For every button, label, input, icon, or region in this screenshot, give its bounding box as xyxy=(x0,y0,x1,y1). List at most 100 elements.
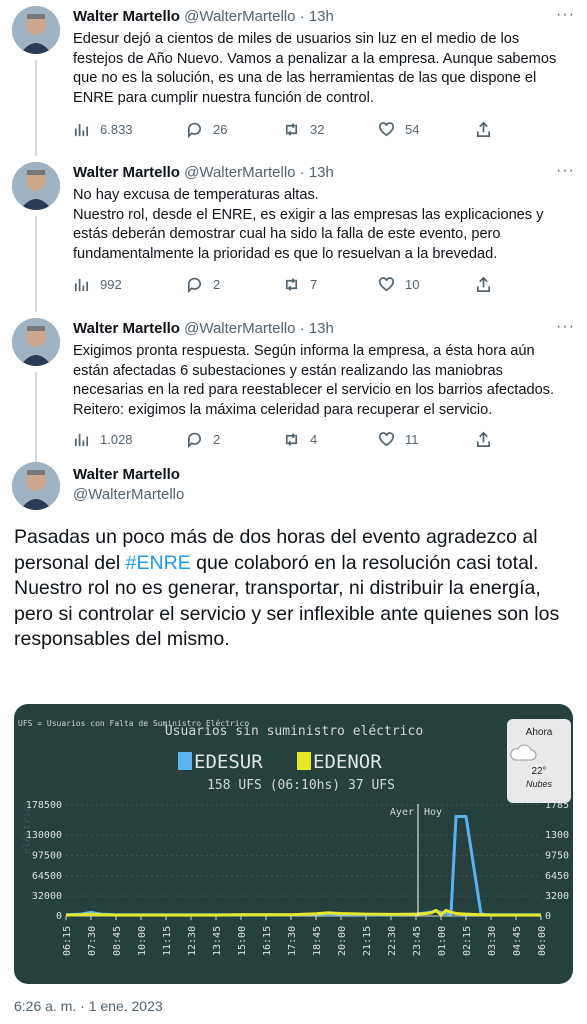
tweet-actions: 1.028 2 4 11 xyxy=(73,431,493,449)
chart-series xyxy=(65,815,541,917)
chart-title: Usuarios sin suministro eléctrico xyxy=(165,724,423,739)
x-tick-label: 20:00 xyxy=(337,926,348,956)
views-button[interactable]: 1.028 xyxy=(73,431,133,448)
retweet-button[interactable]: 4 xyxy=(283,431,317,448)
x-tick-label: 13:45 xyxy=(212,926,223,956)
tweet-time[interactable]: 13h xyxy=(309,320,334,337)
y-tick-label-right: 1300 xyxy=(545,830,569,841)
avatar[interactable] xyxy=(12,162,60,210)
author-handle[interactable]: @WalterMartello xyxy=(184,320,295,337)
retweet-button[interactable]: 32 xyxy=(283,121,324,138)
x-tick-label: 11:15 xyxy=(162,926,173,956)
x-tick-label: 17:30 xyxy=(287,926,298,956)
retweet-button[interactable]: 7 xyxy=(283,276,317,293)
y-tick-label: 64500 xyxy=(32,871,62,882)
hashtag-link[interactable]: #ENRE xyxy=(126,552,191,574)
y-tick-label: 130000 xyxy=(26,830,62,841)
retweet-icon xyxy=(285,123,298,136)
reply-button[interactable]: 2 xyxy=(186,431,220,448)
views-icon xyxy=(74,433,89,447)
weather-label: Ahora xyxy=(525,727,553,738)
weather-condition: Nubes xyxy=(525,779,552,789)
avatar[interactable] xyxy=(12,318,60,366)
tweet-1[interactable]: Walter Martello @WalterMartello · 13h ··… xyxy=(0,0,587,156)
author-handle[interactable]: @WalterMartello xyxy=(184,164,295,181)
main-avatar[interactable] xyxy=(12,462,60,510)
series-line-edesur xyxy=(65,815,541,917)
reply-count: 2 xyxy=(213,277,221,292)
y-tick-label: 178500 xyxy=(26,800,62,811)
tweet-text: No hay excusa de temperaturas altas. Nue… xyxy=(73,187,544,262)
x-tick-labels: 06:15 07:30 08:45 10:00 11:15 12:30 13:45 15:00… xyxy=(62,916,548,956)
y-tick-label-right: 9750 xyxy=(545,850,569,861)
tweet-timestamp[interactable]: 6:26 a. m. · 1 ene. 2023 xyxy=(14,998,163,1014)
tweet-2[interactable]: Walter Martello @WalterMartello · 13h ··… xyxy=(0,156,587,312)
reply-count: 2 xyxy=(213,432,221,447)
y-tick-label-right: 0 xyxy=(545,911,551,922)
author-handle[interactable]: @WalterMartello xyxy=(184,8,295,25)
x-tick-label: 02:15 xyxy=(462,926,473,956)
more-options-icon[interactable]: ··· xyxy=(556,162,575,180)
like-button[interactable]: 54 xyxy=(378,121,419,138)
like-count: 10 xyxy=(405,277,420,292)
x-tick-label: 06:00 xyxy=(537,926,548,956)
author-name[interactable]: Walter Martello xyxy=(73,320,180,337)
share-button[interactable] xyxy=(475,431,492,448)
tweet-header: Walter Martello @WalterMartello · 13h xyxy=(73,8,334,25)
tweet-media-chart[interactable]: UFS = Usuarios con Falta de Suministro E… xyxy=(14,704,573,984)
views-count: 6.833 xyxy=(100,122,133,137)
share-button[interactable] xyxy=(475,276,492,293)
retweet-icon xyxy=(285,433,298,446)
x-tick-label: 10:00 xyxy=(137,926,148,956)
author-name[interactable]: Walter Martello xyxy=(73,8,180,25)
weather-temp: 22° xyxy=(531,766,547,777)
series-line-edenor xyxy=(65,908,541,917)
retweet-count: 32 xyxy=(310,122,325,137)
x-tick-label: 12:30 xyxy=(187,926,198,956)
tweet-3[interactable]: Walter Martello @WalterMartello · 13h ··… xyxy=(0,312,587,462)
heart-icon xyxy=(379,432,394,447)
more-options-icon[interactable]: ··· xyxy=(556,318,575,336)
like-button[interactable]: 11 xyxy=(378,431,419,448)
chart: UFS = Usuarios con Falta de Suministro E… xyxy=(18,718,569,956)
share-button[interactable] xyxy=(475,121,492,138)
tweet-time[interactable]: 13h xyxy=(309,164,334,181)
more-options-icon[interactable]: ··· xyxy=(556,6,575,24)
retweet-icon xyxy=(285,278,298,291)
views-icon xyxy=(74,278,89,292)
cloud-icon xyxy=(510,744,537,761)
views-button[interactable]: 992 xyxy=(73,276,122,293)
like-count: 54 xyxy=(405,122,420,137)
views-count: 1.028 xyxy=(100,432,133,447)
heart-icon xyxy=(379,277,394,292)
x-tick-label: 22:30 xyxy=(387,926,398,956)
x-tick-label: 07:30 xyxy=(87,926,98,956)
x-tick-label: 06:15 xyxy=(62,926,73,956)
reply-button[interactable]: 2 xyxy=(186,276,220,293)
views-button[interactable]: 6.833 xyxy=(73,121,133,138)
heart-icon xyxy=(379,122,394,137)
x-tick-label: 15:00 xyxy=(237,926,248,956)
share-icon xyxy=(476,431,491,447)
tweet-time[interactable]: 13h xyxy=(309,8,334,25)
x-tick-label: 23:45 xyxy=(412,926,423,956)
tweet-header: Walter Martello @WalterMartello · 13h xyxy=(73,320,334,337)
thread-line xyxy=(35,372,37,462)
chart-grid xyxy=(66,804,541,917)
avatar[interactable] xyxy=(12,6,60,54)
y-tick-label-right: 6450 xyxy=(545,871,569,882)
weather-widget: Ahora 22° Nubes xyxy=(507,719,571,803)
legend-edenor-swatch xyxy=(297,752,311,770)
legend-edesur-label: EDESUR xyxy=(194,751,263,773)
legend-edesur-swatch xyxy=(178,752,192,770)
author-name[interactable]: Walter Martello xyxy=(73,164,180,181)
like-button[interactable]: 10 xyxy=(378,276,419,293)
y-tick-label: 0 xyxy=(56,911,62,922)
retweet-count: 4 xyxy=(310,432,318,447)
x-tick-label: 16:15 xyxy=(262,926,273,956)
views-count: 992 xyxy=(100,277,122,292)
x-tick-label: 21:15 xyxy=(362,926,373,956)
main-author-name[interactable]: Walter Martello xyxy=(73,466,180,483)
reply-button[interactable]: 26 xyxy=(186,121,227,138)
main-author-handle[interactable]: @WalterMartello xyxy=(73,486,184,503)
